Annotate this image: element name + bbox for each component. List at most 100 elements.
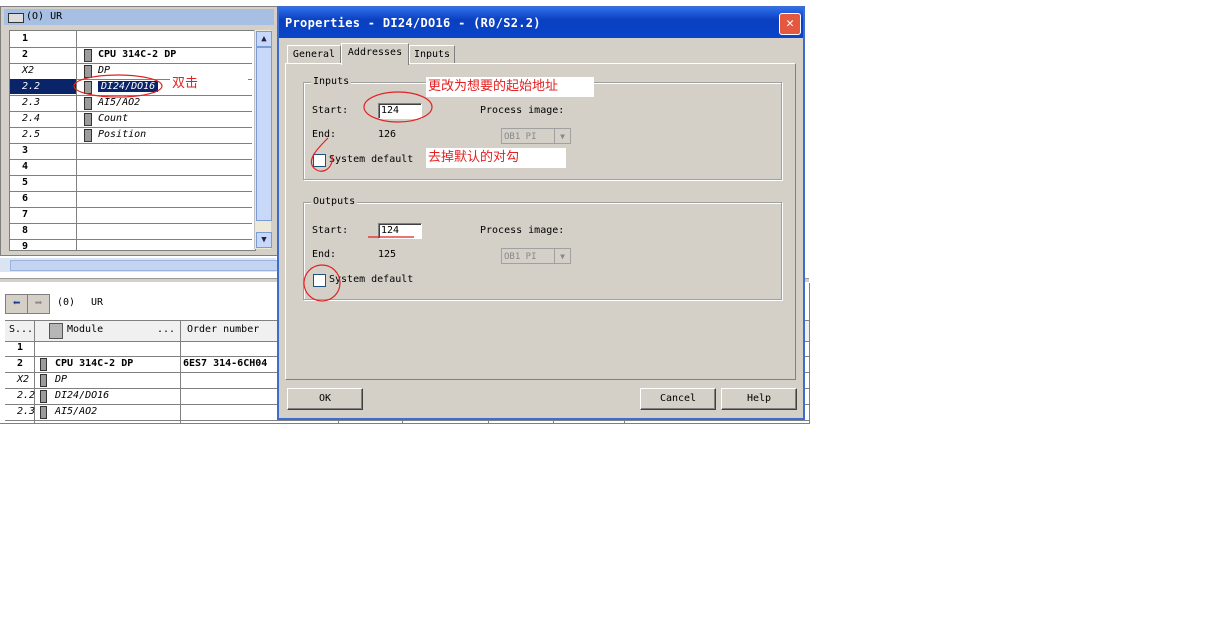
module-icon: [40, 406, 47, 419]
module-icon: [40, 390, 47, 403]
column-slot[interactable]: S...: [9, 324, 33, 335]
dialog-title: Properties - DI24/DO16 - (R0/S2.2): [285, 16, 541, 30]
outputs-process-image-select[interactable]: OB1 PI ▼: [501, 248, 571, 264]
outputs-system-default-label[interactable]: System default: [329, 274, 413, 285]
row-module: DP: [55, 374, 68, 385]
row-slot: 2.2: [17, 390, 36, 401]
chevron-down-icon: ▼: [554, 129, 570, 143]
inputs-group-label: Inputs: [311, 76, 352, 87]
rack-slot-table: 1 2 CPU 314C-2 DP X2 DP 2.2 DI24/DO16 2.3 AI5/AO…: [9, 30, 256, 251]
cancel-button[interactable]: Cancel: [640, 388, 716, 410]
row-slot: 1: [17, 342, 24, 353]
module-icon: [40, 358, 47, 371]
rack-row[interactable]: 2.5 Position: [10, 127, 252, 144]
outputs-start-label: Start:: [312, 225, 349, 236]
rack-row[interactable]: 2.3 AI5/AO2: [10, 95, 252, 112]
rack-slot-number: 2.5: [22, 129, 41, 140]
rack-slot-number: 2.2: [22, 81, 41, 92]
chevron-down-icon: ▼: [554, 249, 570, 263]
column-module[interactable]: Module: [67, 324, 103, 335]
row-module: AI5/AO2: [55, 406, 98, 417]
row-slot: X2: [17, 374, 30, 385]
station-slot: (0): [57, 297, 76, 308]
inputs-process-image-select[interactable]: OB1 PI ▼: [501, 128, 571, 144]
outputs-process-image-value: OB1 PI: [504, 252, 537, 262]
row-slot: 2.3: [17, 406, 36, 417]
annotation-change-start: 更改为想要的起始地址: [426, 77, 594, 97]
inputs-start-label: Start:: [312, 105, 349, 116]
dialog-title-bar[interactable]: Properties - DI24/DO16 - (R0/S2.2) ✕: [279, 8, 803, 38]
close-icon[interactable]: ✕: [779, 13, 801, 35]
back-arrow-icon[interactable]: ⬅: [5, 294, 28, 314]
ok-button[interactable]: OK: [287, 388, 363, 410]
rack-module-name: Count: [98, 113, 129, 124]
rack-row[interactable]: 5: [10, 175, 252, 192]
inputs-end-value: 126: [378, 129, 397, 140]
outputs-group-label: Outputs: [311, 196, 358, 207]
row-order-number: 6ES7 314-6CH04: [183, 358, 268, 369]
module-icon: [84, 97, 92, 110]
outputs-system-default-checkbox[interactable]: [313, 274, 326, 287]
outputs-process-image-label: Process image:: [480, 225, 565, 236]
rack-row[interactable]: 1: [10, 31, 252, 48]
rack-slot-number: 2.3: [22, 97, 41, 108]
rack-slot-number: 6: [22, 193, 29, 204]
outputs-group: Outputs Start: End: 125 Process image: O…: [303, 196, 782, 300]
column-more[interactable]: ...: [157, 324, 175, 335]
rack-row[interactable]: 2.4 Count: [10, 111, 252, 128]
tab-addresses[interactable]: Addresses: [341, 43, 409, 65]
rack-horizontal-scrollbar[interactable]: [0, 258, 452, 272]
outputs-start-field[interactable]: [378, 223, 422, 239]
rack-slot-number: 9: [22, 241, 29, 251]
forward-arrow-icon[interactable]: ➡: [27, 294, 50, 314]
rack-row[interactable]: 9: [10, 239, 252, 251]
rack-slot-number: 5: [22, 177, 29, 188]
rack-title-bar: (O) UR: [4, 9, 274, 25]
rack-slot-number: 2.4: [22, 113, 41, 124]
module-icon: [84, 65, 92, 78]
outputs-end-value: 125: [378, 249, 397, 260]
rack-module-name: CPU 314C-2 DP: [98, 49, 177, 60]
rack-row[interactable]: 4: [10, 159, 252, 176]
rack-vertical-scrollbar[interactable]: ▲ ▼: [254, 30, 272, 249]
rack-module-name: DI24/DO16: [98, 81, 159, 92]
inputs-system-default-label[interactable]: System default: [329, 154, 413, 165]
scroll-up-icon[interactable]: ▲: [256, 31, 272, 47]
scroll-down-icon[interactable]: ▼: [256, 232, 272, 248]
module-icon: [84, 49, 92, 62]
inputs-process-image-label: Process image:: [480, 105, 565, 116]
tab-panel-addresses: Inputs Start: End: 126 Process image: OB…: [285, 63, 796, 380]
row-slot: 2: [17, 358, 24, 369]
rack-title: (O) UR: [26, 11, 63, 22]
inputs-start-field[interactable]: [378, 103, 422, 119]
rack-row[interactable]: 3: [10, 143, 252, 160]
rack-module-name: AI5/AO2: [98, 97, 141, 108]
rack-row[interactable]: 6: [10, 191, 252, 208]
rack-slot-number: X2: [22, 65, 35, 76]
rack-module-name: Position: [98, 129, 147, 140]
module-icon: [84, 113, 92, 126]
row-module: CPU 314C-2 DP: [55, 358, 134, 369]
tab-general[interactable]: General: [287, 45, 341, 64]
tab-inputs[interactable]: Inputs: [409, 45, 455, 64]
rack-slot-number: 7: [22, 209, 29, 220]
station-name: UR: [91, 297, 104, 308]
help-button[interactable]: Help: [721, 388, 797, 410]
rack-row[interactable]: 2 CPU 314C-2 DP: [10, 47, 252, 64]
rack-row[interactable]: 8: [10, 223, 252, 240]
properties-dialog: Properties - DI24/DO16 - (R0/S2.2) ✕ Gen…: [277, 6, 805, 420]
inputs-process-image-value: OB1 PI: [504, 132, 537, 142]
rack-row[interactable]: 7: [10, 207, 252, 224]
rack-icon: [8, 13, 24, 23]
rack-slot-number: 2: [22, 49, 29, 60]
annotation-double-click: 双击: [170, 74, 248, 94]
inputs-system-default-checkbox[interactable]: [313, 154, 326, 167]
module-icon: [84, 81, 92, 94]
rack-slot-number: 3: [22, 145, 29, 156]
rack-window: (O) UR 1 2 CPU 314C-2 DP X2 DP 2.2 DI24/DO16 2.…: [0, 6, 278, 256]
annotation-remove-default: 去掉默认的对勾: [426, 148, 566, 168]
scroll-thumb[interactable]: [256, 47, 272, 221]
column-order-number[interactable]: Order number: [187, 324, 259, 335]
module-icon: [49, 323, 63, 339]
rack-module-name: DP: [98, 65, 111, 76]
